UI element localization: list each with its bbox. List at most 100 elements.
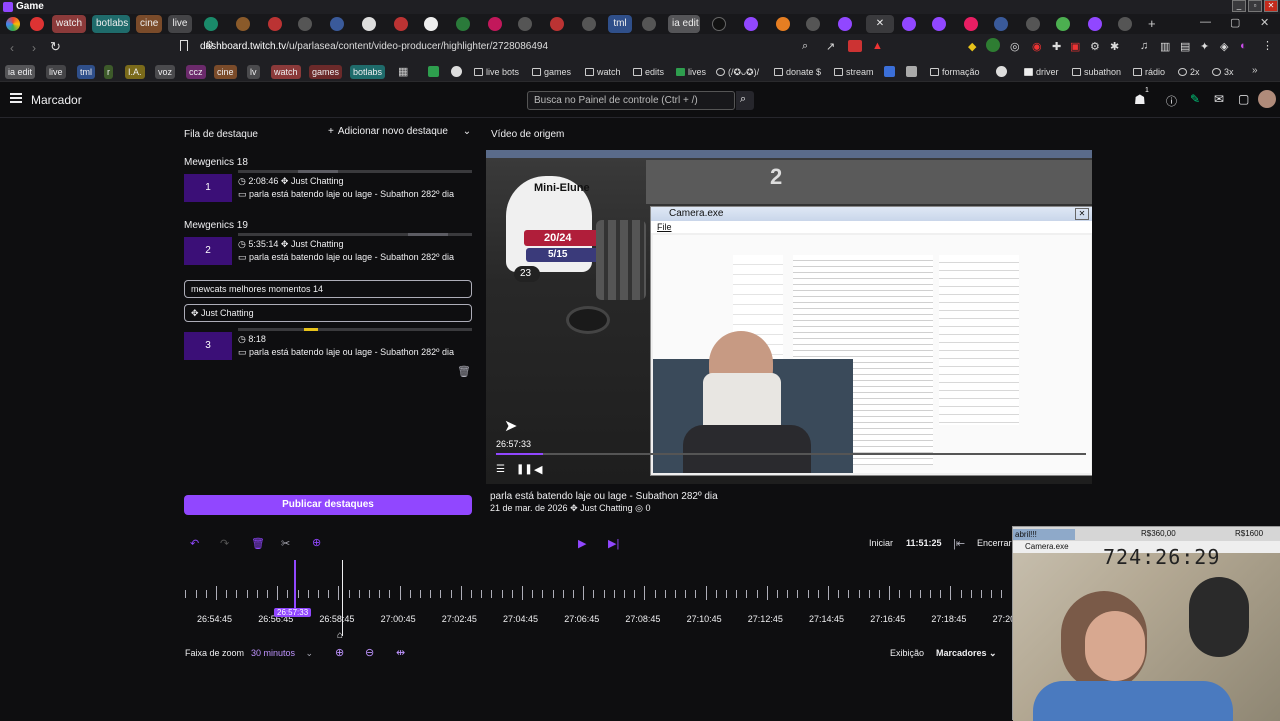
extension-icon-4[interactable]: [986, 38, 1000, 52]
camera-menu-file[interactable]: File: [657, 222, 672, 232]
tab-icon-11[interactable]: [518, 17, 532, 31]
minimize-button[interactable]: _: [1232, 0, 1246, 12]
window-max-icon[interactable]: ▢: [1230, 16, 1240, 29]
pause-icon[interactable]: ❚❚: [516, 464, 533, 475]
tab-icon-6[interactable]: [362, 17, 376, 31]
extension-icon-12[interactable]: ▥: [1160, 40, 1170, 53]
window-min-icon[interactable]: —: [1200, 16, 1211, 28]
bookmark-cine[interactable]: cine: [214, 65, 237, 79]
folder-radio[interactable]: rádio: [1133, 65, 1165, 79]
delete-highlight-icon[interactable]: 🗑: [457, 365, 471, 378]
close-window-button[interactable]: ✕: [1264, 0, 1278, 12]
tab-icon-22[interactable]: [1026, 17, 1040, 31]
folder-games[interactable]: games: [532, 65, 571, 79]
tab-icon-twitch[interactable]: [838, 17, 852, 31]
bookmark-botlabs[interactable]: botlabs: [350, 65, 386, 79]
extension-icon-16[interactable]: ◐: [1240, 40, 1247, 52]
browser-icon[interactable]: [6, 17, 20, 31]
video-player[interactable]: 2 Mini-Elune 20/24 5/15 23 Camera.exe ✕ …: [486, 150, 1092, 484]
url-field[interactable]: dashboard.twitch.tv/u/parlasea/content/v…: [200, 41, 548, 52]
tab-botlabs[interactable]: botlabs: [92, 15, 130, 33]
bookmark-watch[interactable]: watch: [271, 65, 301, 79]
zoom-out-icon[interactable]: ⊖: [365, 647, 374, 659]
notifications-icon[interactable]: ☗: [1134, 92, 1146, 108]
folder-formacao[interactable]: formação: [930, 65, 980, 79]
tab-icon-10[interactable]: [488, 17, 502, 31]
new-tab-icon[interactable]: +: [1148, 16, 1156, 31]
bookmark-ia-edit[interactable]: ia edit: [5, 65, 36, 79]
dashboard-search-input[interactable]: Busca no Painel de controle (Ctrl + /): [527, 91, 735, 110]
video-progress-bar[interactable]: [496, 453, 1086, 455]
tab-ia-edit[interactable]: ia edit: [668, 15, 700, 33]
zoom-select[interactable]: 30 minutos ⌄: [251, 648, 313, 659]
tab-icon-13[interactable]: [582, 17, 596, 31]
extension-icon-9[interactable]: ⚙: [1090, 40, 1100, 53]
highlight-card-3[interactable]: 3 ◷ 8:18 ▭ parla está batendo laje ou la…: [184, 328, 472, 366]
extension-icon-6[interactable]: ◉: [1032, 40, 1042, 53]
search-button[interactable]: ⌕: [736, 91, 754, 110]
menu-dots-icon[interactable]: ⋮: [1262, 39, 1273, 52]
highlight-title-input[interactable]: mewcats melhores momentos 14: [184, 280, 472, 298]
tab-icon-17[interactable]: [806, 17, 820, 31]
category-select[interactable]: ✥ Just Chatting: [184, 304, 472, 322]
zoom-icon[interactable]: ⌕: [802, 40, 808, 53]
bookmark-live[interactable]: live: [46, 65, 66, 79]
extension-icon-8[interactable]: ▣: [1070, 40, 1080, 53]
tab-tml[interactable]: tml: [608, 15, 632, 33]
extension-icon-1[interactable]: [848, 40, 862, 52]
tab-icon-red[interactable]: [30, 17, 44, 31]
bookmark-r[interactable]: r: [104, 65, 113, 79]
skip-end-icon[interactable]: ▶|: [608, 538, 619, 550]
folder-driver[interactable]: driver: [1024, 65, 1059, 79]
volume-icon[interactable]: ◀: [534, 463, 542, 476]
publish-highlights-button[interactable]: Publicar destaques: [184, 495, 472, 515]
camera-close-button[interactable]: ✕: [1075, 208, 1089, 220]
highlight-card-1[interactable]: 1 ◷ 2:08:46 ✥ Just Chatting ▭ parla está…: [184, 170, 472, 208]
tab-icon-tiktok[interactable]: [712, 17, 726, 31]
split-icon[interactable]: ✂: [281, 538, 290, 550]
tab-icon-g[interactable]: [204, 17, 218, 31]
start-time[interactable]: 11:51:25: [906, 538, 942, 548]
camera-window[interactable]: Camera.exe ✕ File: [650, 206, 1092, 476]
bookmark-icon[interactable]: [180, 40, 188, 51]
undo-icon[interactable]: ↶: [190, 538, 199, 550]
view-select[interactable]: Marcadores ⌄: [936, 648, 997, 659]
timeline-ticks[interactable]: 26:54:45 26:56:45 26:58:45 27:00:45 27:02:45…: [180, 560, 1028, 630]
tab-icon-9[interactable]: [456, 17, 470, 31]
extension-icon-10[interactable]: ✱: [1110, 40, 1119, 53]
tab-icon-18[interactable]: [902, 17, 916, 31]
bookmark-tml[interactable]: tml: [77, 65, 95, 79]
help-icon[interactable]: ⓘ: [1166, 93, 1177, 109]
tab-icon-23[interactable]: [1056, 17, 1070, 31]
bookmark-icon-e[interactable]: [996, 66, 1007, 77]
tab-icon-7[interactable]: [394, 17, 408, 31]
tab-icon-21[interactable]: [994, 17, 1008, 31]
forward-icon[interactable]: ›: [32, 41, 36, 55]
tab-icon-24[interactable]: [1088, 17, 1102, 31]
folder-donate[interactable]: donate $: [774, 65, 821, 79]
tab-watch[interactable]: watch: [52, 15, 86, 33]
bookmark-voz[interactable]: voz: [155, 65, 176, 79]
tab-icon-2[interactable]: [236, 17, 250, 31]
reload-icon[interactable]: ↻: [50, 39, 61, 55]
extension-icon-13[interactable]: ▤: [1180, 40, 1190, 53]
extension-icon-2[interactable]: ▲: [872, 40, 883, 52]
tab-icon-12[interactable]: [550, 17, 564, 31]
more-bookmarks-icon[interactable]: »: [1252, 65, 1258, 76]
bookmark-2x[interactable]: 2x: [1178, 65, 1200, 79]
chat-icon[interactable]: ▢: [1238, 92, 1249, 106]
bookmark-games[interactable]: games: [309, 65, 343, 79]
play-icon[interactable]: ▶: [578, 538, 586, 550]
user-avatar[interactable]: [1258, 90, 1276, 108]
tab-icon-19[interactable]: [932, 17, 946, 31]
creator-tools-icon[interactable]: ✎: [1190, 92, 1200, 106]
highlight-card-2[interactable]: 2 ◷ 5:35:14 ✥ Just Chatting ▭ parla está…: [184, 233, 472, 271]
tab-icon-25[interactable]: [1118, 17, 1132, 31]
hamburger-menu-icon[interactable]: [10, 93, 22, 103]
active-tab-close[interactable]: ✕: [866, 15, 894, 33]
tab-icon-16[interactable]: [776, 17, 790, 31]
bookmark-ia[interactable]: I.A.: [125, 65, 145, 79]
extension-icon-14[interactable]: ✦: [1200, 40, 1209, 53]
chapters-icon[interactable]: ☰: [496, 464, 505, 475]
folder-lives[interactable]: lives: [676, 65, 706, 79]
